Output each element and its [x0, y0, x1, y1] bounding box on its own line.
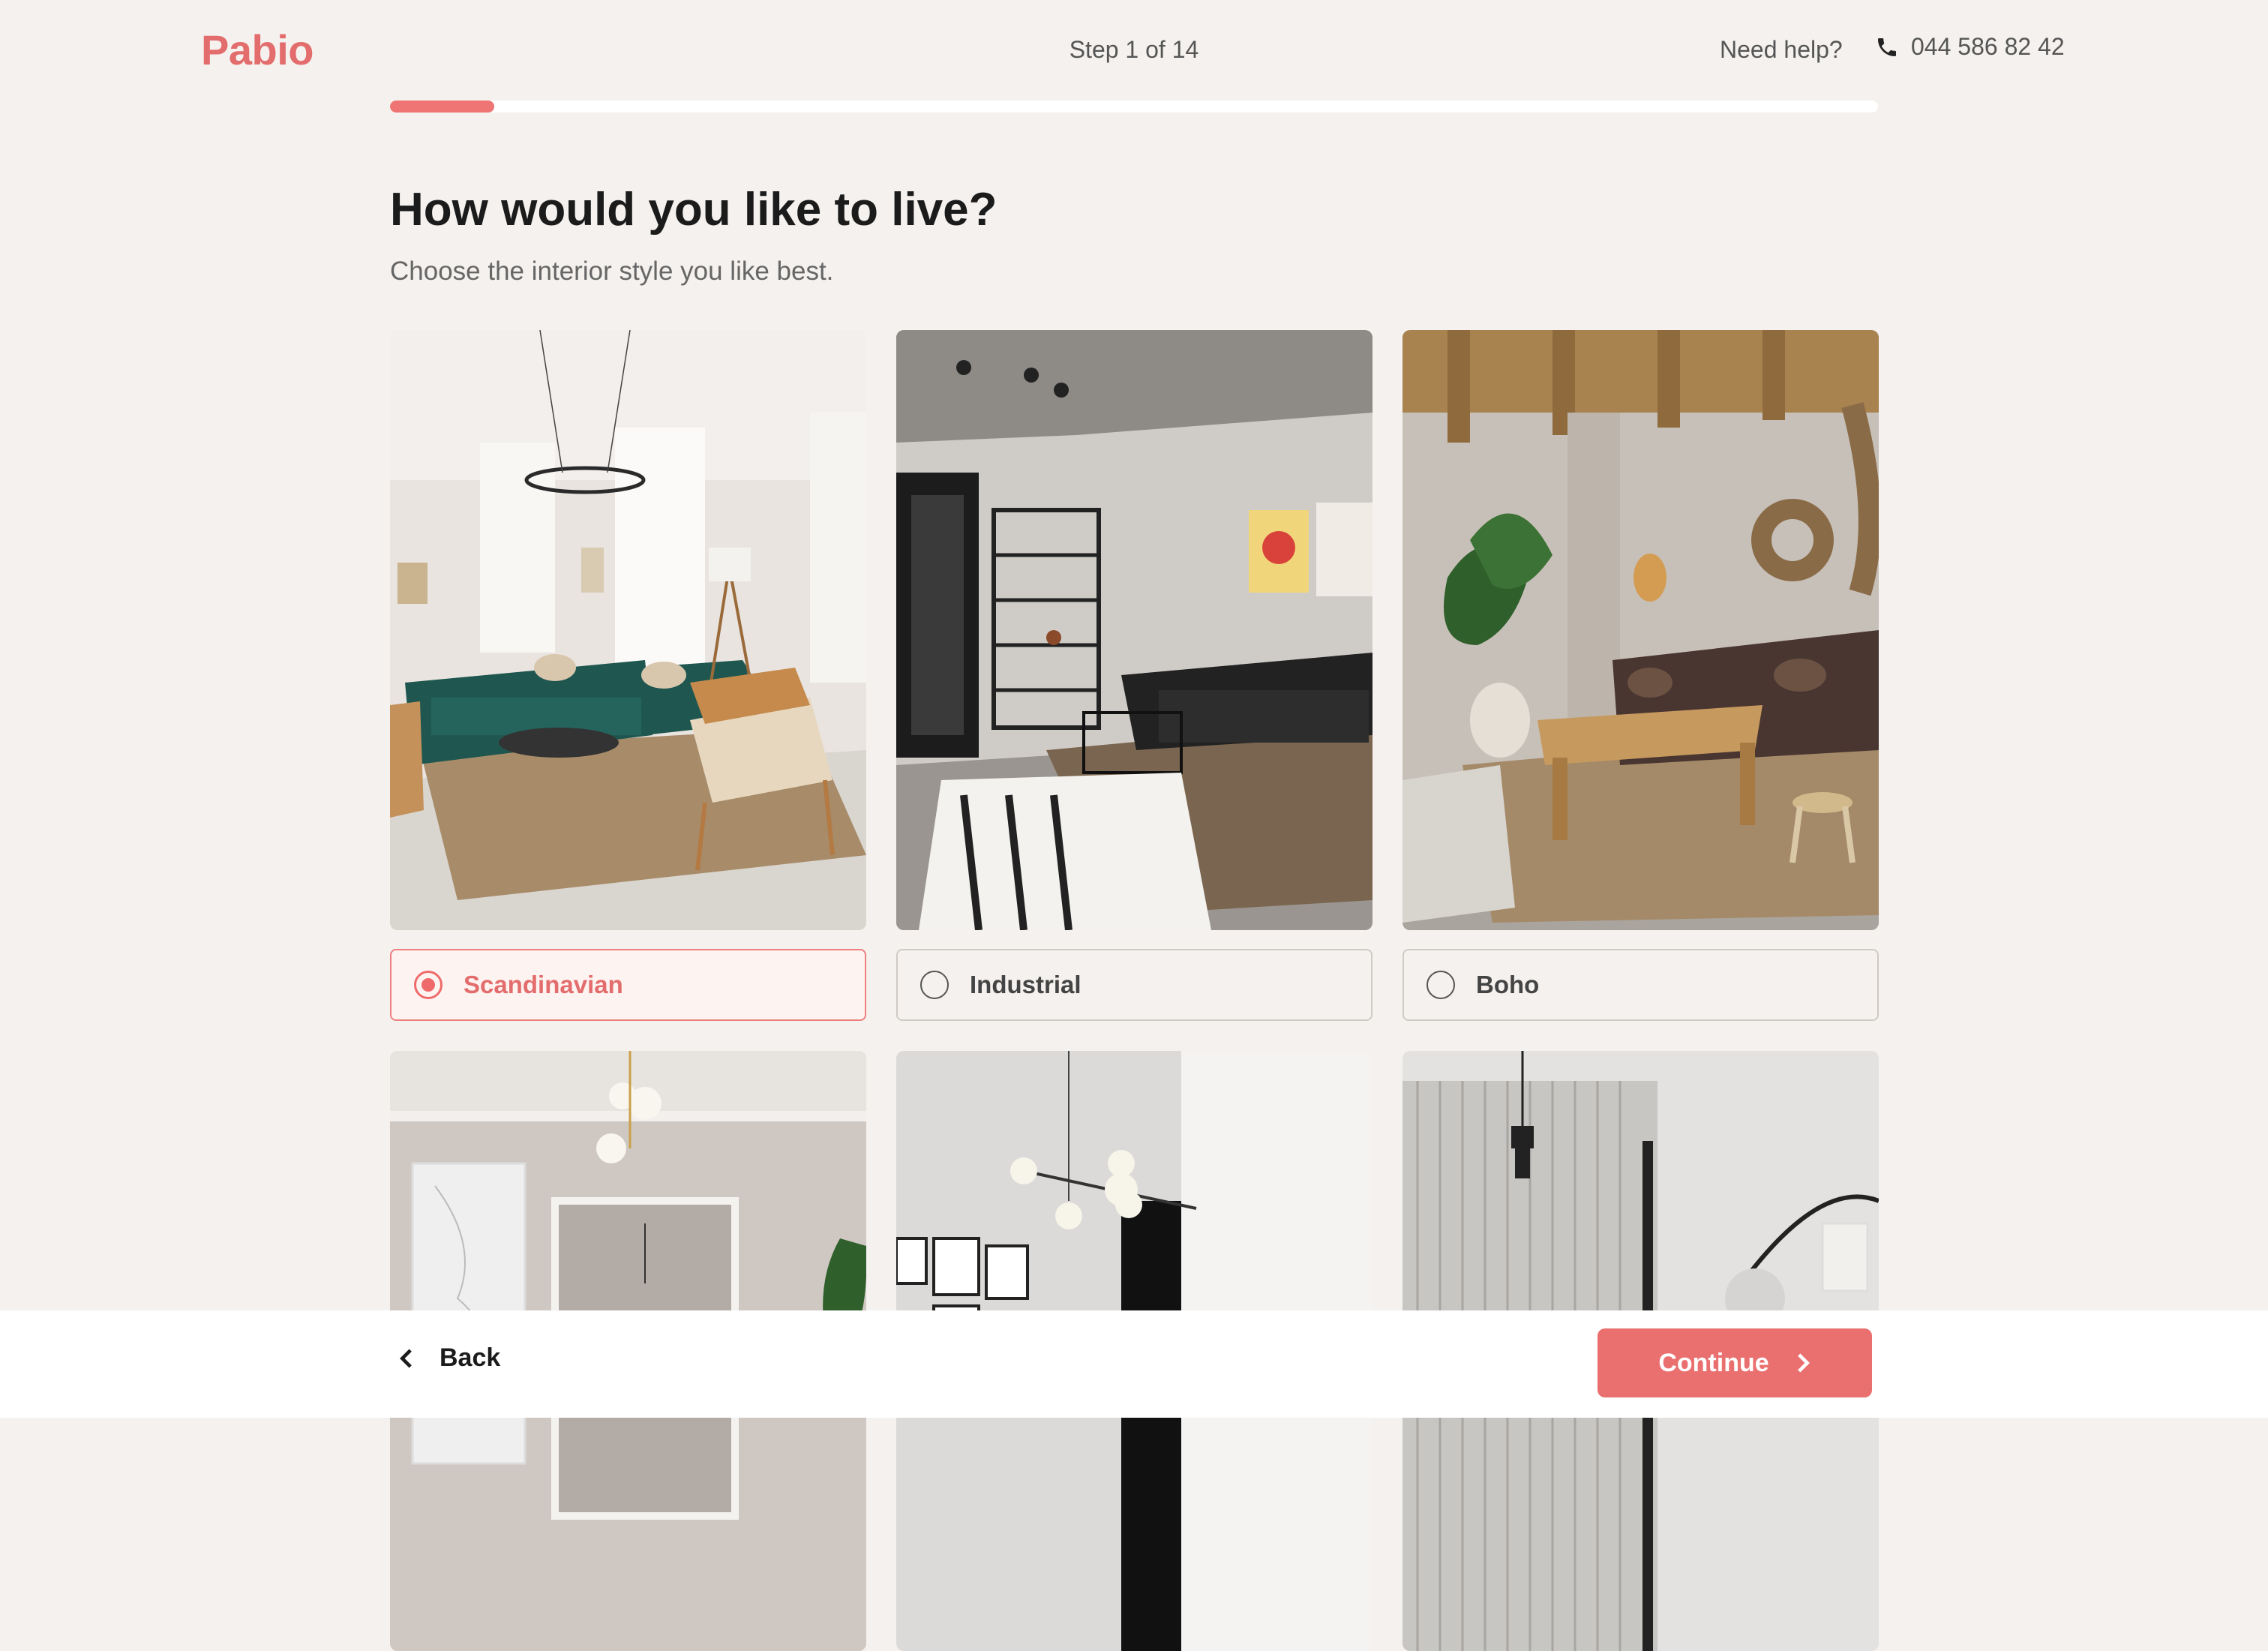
style-card-boho[interactable]: Boho [1402, 330, 1879, 1021]
progress-bar [390, 101, 1878, 113]
back-label: Back [440, 1343, 501, 1372]
footer-bar: Back Continue [0, 1310, 2268, 1418]
chevron-left-icon [400, 1348, 412, 1368]
phone-icon [1878, 38, 1896, 56]
chevron-right-icon [1797, 1353, 1810, 1373]
progress-fill [390, 101, 494, 113]
radio-scandinavian[interactable] [414, 971, 442, 999]
option-scandinavian[interactable]: Scandinavian [390, 949, 866, 1021]
style-card-scandinavian[interactable]: Scandinavian [390, 330, 866, 1021]
help-link[interactable]: Need help? [1720, 36, 1843, 64]
option-industrial[interactable]: Industrial [896, 949, 1372, 1021]
phone-number: 044 586 82 42 [1911, 33, 2065, 60]
option-label: Boho [1476, 971, 1540, 998]
continue-label: Continue [1658, 1348, 1769, 1377]
style-grid: Scandinavian Industrial Boho [390, 330, 1879, 1651]
phone-link[interactable]: 044 586 82 42 [1875, 33, 2065, 61]
industrial-image[interactable] [896, 330, 1372, 930]
scandinavian-image[interactable] [390, 330, 866, 930]
option-label: Scandinavian [464, 971, 623, 998]
radio-industrial[interactable] [920, 971, 949, 999]
page-subtitle: Choose the interior style you like best. [390, 257, 834, 286]
continue-button[interactable]: Continue [1598, 1328, 1872, 1397]
page-title: How would you like to live? [390, 184, 998, 236]
style-card-industrial[interactable]: Industrial [896, 330, 1372, 1021]
option-boho[interactable]: Boho [1402, 949, 1879, 1021]
back-button[interactable]: Back [398, 1343, 500, 1373]
boho-image[interactable] [1402, 330, 1879, 930]
option-label: Industrial [970, 971, 1082, 998]
radio-boho[interactable] [1426, 971, 1455, 999]
header: Pabio Step 1 of 14 Need help? 044 586 82… [0, 0, 2268, 113]
